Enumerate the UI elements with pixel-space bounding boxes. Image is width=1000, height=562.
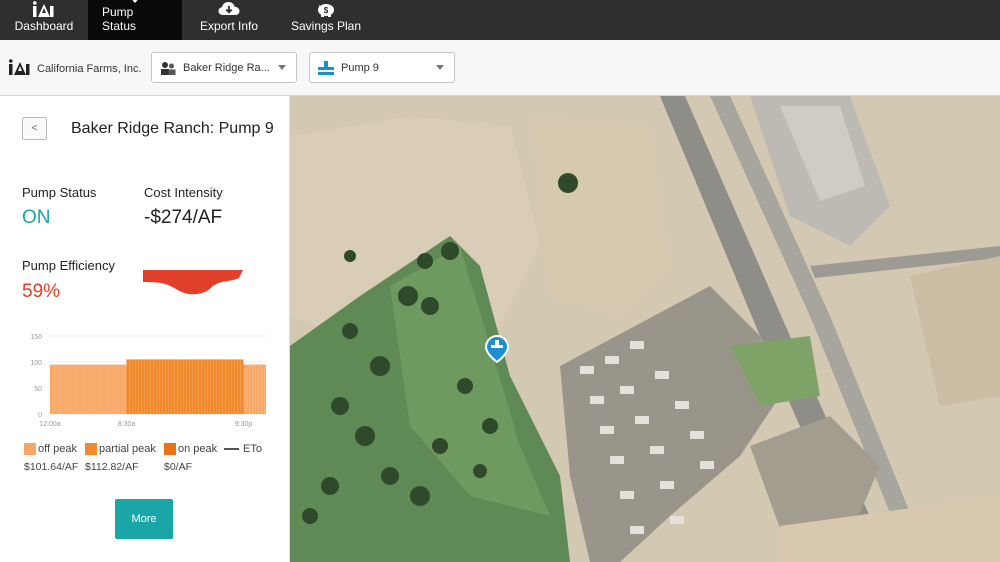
pump-status-label: Pump Status bbox=[22, 185, 97, 200]
nav-pump-status-label: Pump Status bbox=[102, 5, 137, 33]
chevron-down-icon bbox=[278, 65, 286, 70]
partial-peak-swatch bbox=[85, 443, 97, 455]
pump-icon bbox=[318, 60, 334, 75]
nav-savings-plan[interactable]: $ Savings Plan bbox=[276, 0, 376, 40]
toolbar: California Farms, Inc. Baker Ridge Ra...… bbox=[0, 40, 1000, 96]
eto-line-swatch bbox=[224, 448, 239, 450]
y-tick-label: 50 bbox=[34, 386, 42, 393]
map-pin-icon bbox=[129, 0, 141, 3]
legend-off-peak: off peak bbox=[24, 443, 77, 455]
cost-intensity-value: -$274/AF bbox=[144, 207, 223, 228]
pump-efficiency-label: Pump Efficiency bbox=[22, 258, 115, 273]
y-tick-label: 150 bbox=[30, 334, 42, 341]
on-peak-swatch bbox=[164, 443, 176, 455]
legend-partial-peak: partial peak bbox=[85, 443, 156, 455]
more-button[interactable]: More bbox=[115, 499, 173, 539]
nav-pump-status[interactable]: Pump Status bbox=[88, 0, 182, 40]
nav-savings-plan-label: Savings Plan bbox=[290, 19, 362, 33]
legend-eto-label: ETo bbox=[243, 443, 262, 455]
chevron-down-icon bbox=[436, 65, 444, 70]
company: California Farms, Inc. bbox=[9, 59, 142, 78]
svg-text:$: $ bbox=[324, 6, 329, 15]
back-button[interactable]: < bbox=[22, 117, 47, 140]
nav-dashboard-label: Dashboard bbox=[14, 19, 74, 33]
partial-peak-cost: $112.82/AF bbox=[85, 461, 139, 473]
on-peak-cost: $0/AF bbox=[164, 461, 193, 473]
usage-chart: 150 100 50 0 12:00a 8:30a 9:30p bbox=[30, 334, 266, 428]
x-tick-label: 9:30p bbox=[235, 421, 253, 428]
cloud-download-icon bbox=[218, 0, 240, 17]
nav-export-info[interactable]: Export Info bbox=[182, 0, 276, 40]
usage-bar bbox=[50, 364, 127, 414]
legend-on-peak: on peak bbox=[164, 443, 217, 455]
legend-partial-peak-label: partial peak bbox=[99, 443, 156, 455]
pump-select[interactable]: Pump 9 bbox=[309, 52, 455, 83]
pump-status-value: ON bbox=[22, 207, 51, 228]
cost-intensity-label: Cost Intensity bbox=[144, 185, 223, 200]
company-logo-icon bbox=[9, 59, 31, 78]
legend-off-peak-label: off peak bbox=[38, 443, 77, 455]
panel-title: Baker Ridge Ranch: Pump 9 bbox=[71, 120, 274, 137]
off-peak-swatch bbox=[24, 443, 36, 455]
legend-eto: ETo bbox=[224, 443, 262, 455]
nav-dashboard[interactable]: Dashboard bbox=[0, 0, 88, 40]
pump-efficiency-value: 59% bbox=[22, 281, 61, 302]
company-name: California Farms, Inc. bbox=[37, 62, 142, 75]
logo-icon bbox=[33, 0, 55, 17]
pump-select-value: Pump 9 bbox=[341, 61, 379, 74]
chart-legend: off peak partial peak on peak ETo $101.6… bbox=[24, 441, 286, 477]
farm-select-value: Baker Ridge Ra... bbox=[183, 61, 270, 74]
y-tick-label: 100 bbox=[30, 360, 42, 367]
pump-detail-panel: < Baker Ridge Ranch: Pump 9 Pump Status … bbox=[0, 96, 290, 562]
usage-bar bbox=[126, 359, 244, 414]
satellite-map[interactable] bbox=[290, 96, 1000, 562]
off-peak-cost: $101.64/AF bbox=[24, 461, 79, 473]
y-tick-label: 0 bbox=[38, 412, 42, 419]
legend-on-peak-label: on peak bbox=[178, 443, 218, 455]
piggy-bank-icon: $ bbox=[316, 0, 336, 17]
nav-export-info-label: Export Info bbox=[199, 19, 259, 33]
x-tick-label: 12:00a bbox=[39, 421, 61, 428]
x-tick-label: 8:30a bbox=[118, 421, 136, 428]
usage-bar bbox=[243, 364, 266, 414]
farm-select[interactable]: Baker Ridge Ra... bbox=[151, 52, 297, 83]
top-nav: Dashboard Pump Status Export Info $ Savi… bbox=[0, 0, 1000, 40]
dirt-field bbox=[530, 116, 670, 316]
map-image[interactable] bbox=[290, 96, 1000, 562]
efficiency-graphic bbox=[143, 270, 243, 295]
farm-icon bbox=[160, 61, 176, 75]
